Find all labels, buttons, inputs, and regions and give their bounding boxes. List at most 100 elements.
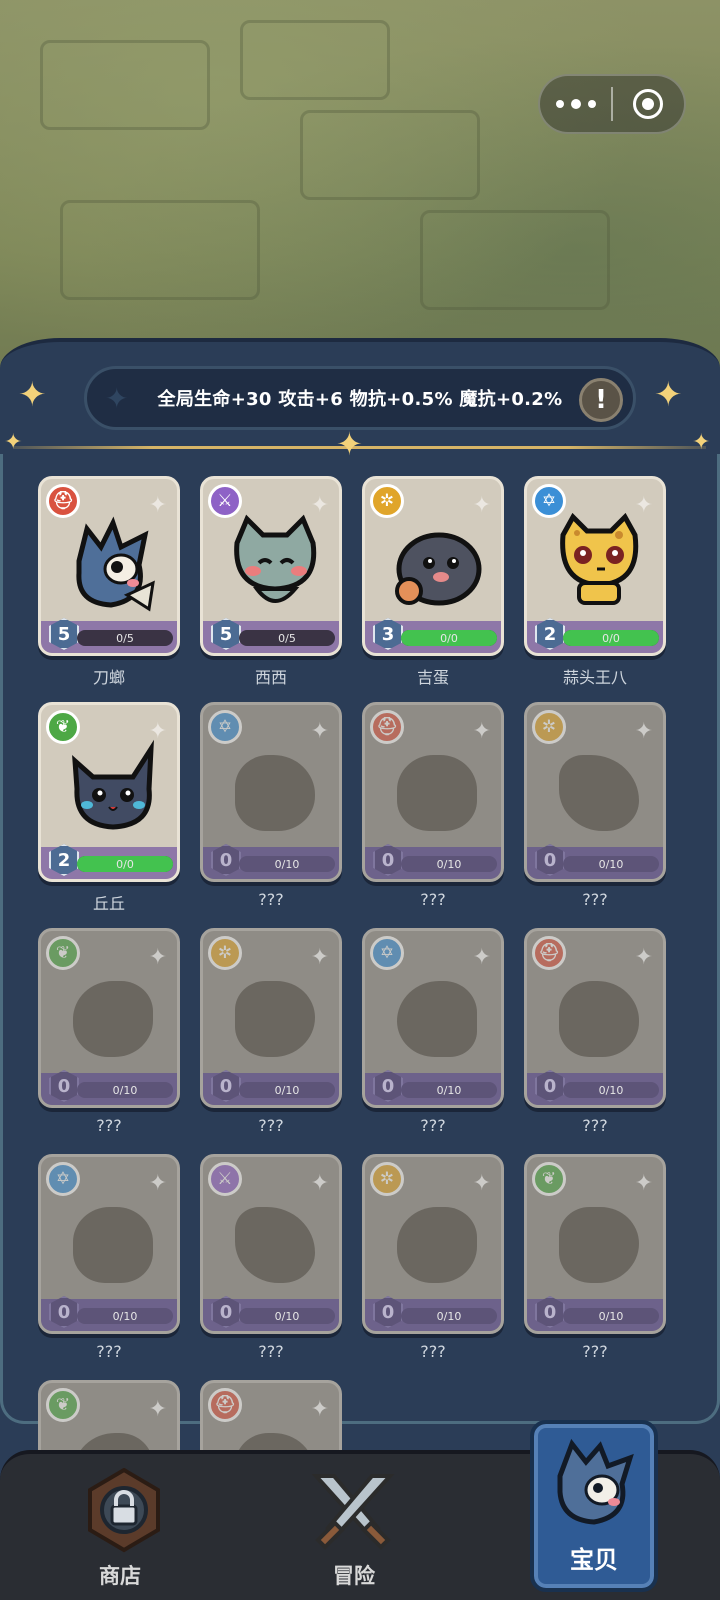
pet-card[interactable]: ✲ ✦ 3 0/0 吉蛋 <box>362 476 504 687</box>
pet-portrait <box>391 513 483 621</box>
level-badge: 0 <box>535 1070 565 1102</box>
pet-name: 吉蛋 <box>416 668 449 687</box>
pet-card[interactable]: ⛑ ✦ 0 0/10 ??? <box>362 702 504 909</box>
progress-text: 0/10 <box>436 1309 462 1323</box>
sword-icon: ⚔ <box>208 484 242 518</box>
progress-text: 0/10 <box>598 857 624 871</box>
level-badge: 0 <box>373 1296 403 1328</box>
pet-silhouette <box>391 965 483 1073</box>
miniprogram-capsule <box>538 74 686 134</box>
star-of-david-icon: ✡ <box>208 710 242 744</box>
card-frame: ⛑ ✦ 0 0/10 <box>362 702 504 882</box>
pet-silhouette <box>229 739 321 847</box>
card-footer: 5 0/5 <box>203 618 339 653</box>
global-bonus-banner: ✦ 全局生命+30 攻击+6 物抗+0.5% 魔抗+0.2% ! <box>84 366 636 430</box>
pet-card[interactable]: ✲ ✦ 0 0/10 ??? <box>362 1154 504 1361</box>
banner-sparkle-icon: ✦ <box>105 381 129 415</box>
level-badge: 0 <box>211 1070 241 1102</box>
sparkle-icon: ✦ <box>472 1171 491 1196</box>
tab-shop-label: 商店 <box>99 1564 141 1588</box>
ground-tile <box>60 200 260 300</box>
level-badge: 2 <box>535 618 565 650</box>
pet-card[interactable]: ❦ ✦ 2 0/0 丘丘 <box>38 702 180 913</box>
pet-card[interactable]: ⚔ ✦ 0 0/10 ??? <box>200 1154 342 1361</box>
progress-bar: 0/5 <box>239 630 335 646</box>
pet-card[interactable]: ✡ ✦ 2 0/0 蒜头王八 <box>524 476 666 687</box>
pet-card[interactable]: ⚔ ✦ 5 0/5 西西 <box>200 476 342 687</box>
exclamation-icon[interactable]: ! <box>579 378 623 422</box>
level-badge: 0 <box>49 1296 79 1328</box>
pet-name: 蒜头王八 <box>562 668 627 687</box>
sparkle-icon: ✦ <box>472 945 491 970</box>
card-footer: 0 0/10 <box>527 844 663 879</box>
sparkle-icon: ✦ <box>634 1171 653 1196</box>
tab-adventure[interactable]: 冒险 <box>264 1454 444 1600</box>
pet-card[interactable]: ✲ ✦ 0 0/10 ??? <box>524 702 666 909</box>
card-frame: ❦ ✦ 0 0/10 <box>38 928 180 1108</box>
global-bonus-text: 全局生命+30 攻击+6 物抗+0.5% 魔抗+0.2% <box>157 389 563 410</box>
progress-bar: 0/10 <box>239 1082 335 1098</box>
pet-creature-icon <box>557 1438 634 1525</box>
leaf-icon: ❦ <box>532 1162 566 1196</box>
sparkle-icon: ✦ <box>148 1397 167 1422</box>
locked-shop-icon <box>88 1468 160 1553</box>
progress-bar: 0/10 <box>77 1308 173 1324</box>
pet-card[interactable]: ✲ ✦ 0 0/10 ??? <box>200 928 342 1135</box>
pet-silhouette <box>67 965 159 1073</box>
card-footer: 0 0/10 <box>365 844 501 879</box>
pet-card[interactable]: ❦ ✦ 0 0/10 ??? <box>38 928 180 1135</box>
level-badge: 0 <box>535 1296 565 1328</box>
card-frame: ❦ ✦ 0 0/10 <box>524 1154 666 1334</box>
card-frame: ⚔ ✦ 0 0/10 <box>200 1154 342 1334</box>
card-footer: 3 0/0 <box>365 618 501 653</box>
pet-name: ??? <box>582 1116 608 1135</box>
leaf-icon: ❦ <box>46 1388 80 1422</box>
pet-name: ??? <box>420 1342 446 1361</box>
sparkle-icon: ✦ <box>634 719 653 744</box>
pet-card[interactable]: ✡ ✦ 0 0/10 ??? <box>362 928 504 1135</box>
pet-portrait <box>553 512 645 621</box>
level-badge: 5 <box>49 618 79 650</box>
helmet-icon: ⛑ <box>532 936 566 970</box>
progress-text: 0/5 <box>278 631 296 645</box>
pet-silhouette <box>391 1191 483 1299</box>
pet-card[interactable]: ❦ ✦ 0 0/10 ??? <box>524 1154 666 1361</box>
ground-tile <box>420 210 610 310</box>
pet-name: ??? <box>582 1342 608 1361</box>
progress-bar: 0/10 <box>563 856 659 872</box>
more-dots-icon[interactable] <box>540 99 611 109</box>
pet-card[interactable]: ✡ ✦ 0 0/10 ??? <box>38 1154 180 1361</box>
progress-bar: 0/10 <box>563 1082 659 1098</box>
leaf-icon: ❦ <box>46 936 80 970</box>
progress-bar: 0/10 <box>239 856 335 872</box>
sparkle-icon: ✦ <box>692 430 711 455</box>
target-circle-icon[interactable] <box>613 89 684 119</box>
card-frame: ✲ ✦ 0 0/10 <box>524 702 666 882</box>
progress-bar: 0/0 <box>77 856 173 872</box>
card-footer: 2 0/0 <box>41 844 177 879</box>
sword-icon: ⚔ <box>208 1162 242 1196</box>
card-footer: 2 0/0 <box>527 618 663 653</box>
tab-shop[interactable]: 商店 <box>30 1454 210 1600</box>
sparkle-icon: ✦ <box>148 719 167 744</box>
card-footer: 0 0/10 <box>527 1296 663 1331</box>
tab-pets-label: 宝贝 <box>570 1546 618 1574</box>
pet-name: ??? <box>258 1116 284 1135</box>
level-badge: 0 <box>49 1070 79 1102</box>
card-frame: ⚔ ✦ 5 0/5 <box>200 476 342 656</box>
progress-bar: 0/5 <box>77 630 173 646</box>
sun-icon: ✲ <box>370 1162 404 1196</box>
ground-tile <box>40 40 210 130</box>
progress-bar: 0/0 <box>401 630 497 646</box>
sparkle-icon: ✦ <box>336 425 363 463</box>
sparkle-icon: ✦ <box>18 375 47 415</box>
progress-bar: 0/10 <box>239 1308 335 1324</box>
pet-name: ??? <box>96 1342 122 1361</box>
sparkle-icon: ✦ <box>148 493 167 518</box>
sparkle-icon: ✦ <box>310 1397 329 1422</box>
pet-card[interactable]: ✡ ✦ 0 0/10 ??? <box>200 702 342 909</box>
pet-card[interactable]: ⛑ ✦ 5 0/5 刀螂 <box>38 476 180 687</box>
tab-pets[interactable]: 宝贝 <box>530 1420 658 1592</box>
pet-card[interactable]: ⛑ ✦ 0 0/10 ??? <box>524 928 666 1135</box>
card-footer: 0 0/10 <box>41 1296 177 1331</box>
